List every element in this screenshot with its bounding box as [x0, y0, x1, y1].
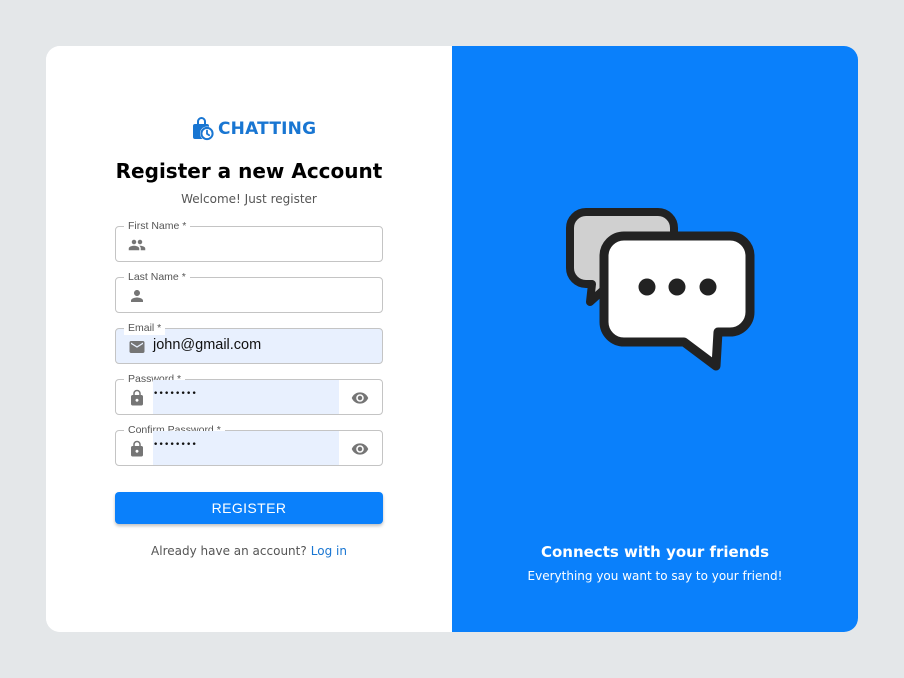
brand-name: CHATTING — [218, 119, 317, 139]
email-field[interactable]: Email * john@gmail.com — [115, 321, 383, 364]
lock-icon — [131, 389, 143, 406]
chat-bubbles-icon — [566, 208, 755, 371]
promo-subtitle: Everything you want to say to your frien… — [527, 569, 783, 583]
page-title: Register a new Account — [115, 159, 383, 183]
last-name-label: Last Name * — [124, 270, 190, 284]
email-value: john@gmail.com — [153, 337, 262, 353]
password-value: •••••••• — [153, 389, 198, 399]
login-link[interactable]: Log in — [311, 544, 347, 558]
person-icon — [131, 290, 143, 302]
mail-icon — [129, 341, 145, 353]
people-icon — [128, 239, 146, 251]
first-name-label: First Name * — [124, 219, 191, 233]
brand-logo[interactable]: CHATTING — [189, 115, 316, 143]
login-prompt: Already have an account? Log in — [46, 544, 452, 558]
email-label: Email * — [124, 321, 166, 335]
login-prompt-text: Already have an account? — [151, 544, 307, 558]
register-button[interactable]: REGISTER — [115, 492, 383, 524]
auth-card: CHATTING Register a new Account Welcome!… — [46, 46, 858, 632]
eye-icon[interactable] — [351, 389, 369, 407]
promo-panel: Connects with your friends Everything yo… — [452, 46, 858, 632]
last-name-field[interactable]: Last Name * — [115, 270, 383, 313]
password-field[interactable]: Password * •••••••• — [115, 372, 383, 415]
first-name-field[interactable]: First Name * — [115, 219, 383, 262]
shopping-bag-clock-icon — [193, 117, 214, 141]
promo-title: Connects with your friends — [540, 543, 770, 561]
confirm-password-value: •••••••• — [153, 440, 198, 450]
lock-icon — [131, 440, 143, 457]
confirm-password-field[interactable]: Confirm Password * •••••••• — [115, 423, 383, 466]
register-panel: CHATTING Register a new Account Welcome!… — [46, 46, 452, 632]
eye-icon[interactable] — [351, 440, 369, 458]
page-subtitle: Welcome! Just register — [181, 192, 317, 206]
